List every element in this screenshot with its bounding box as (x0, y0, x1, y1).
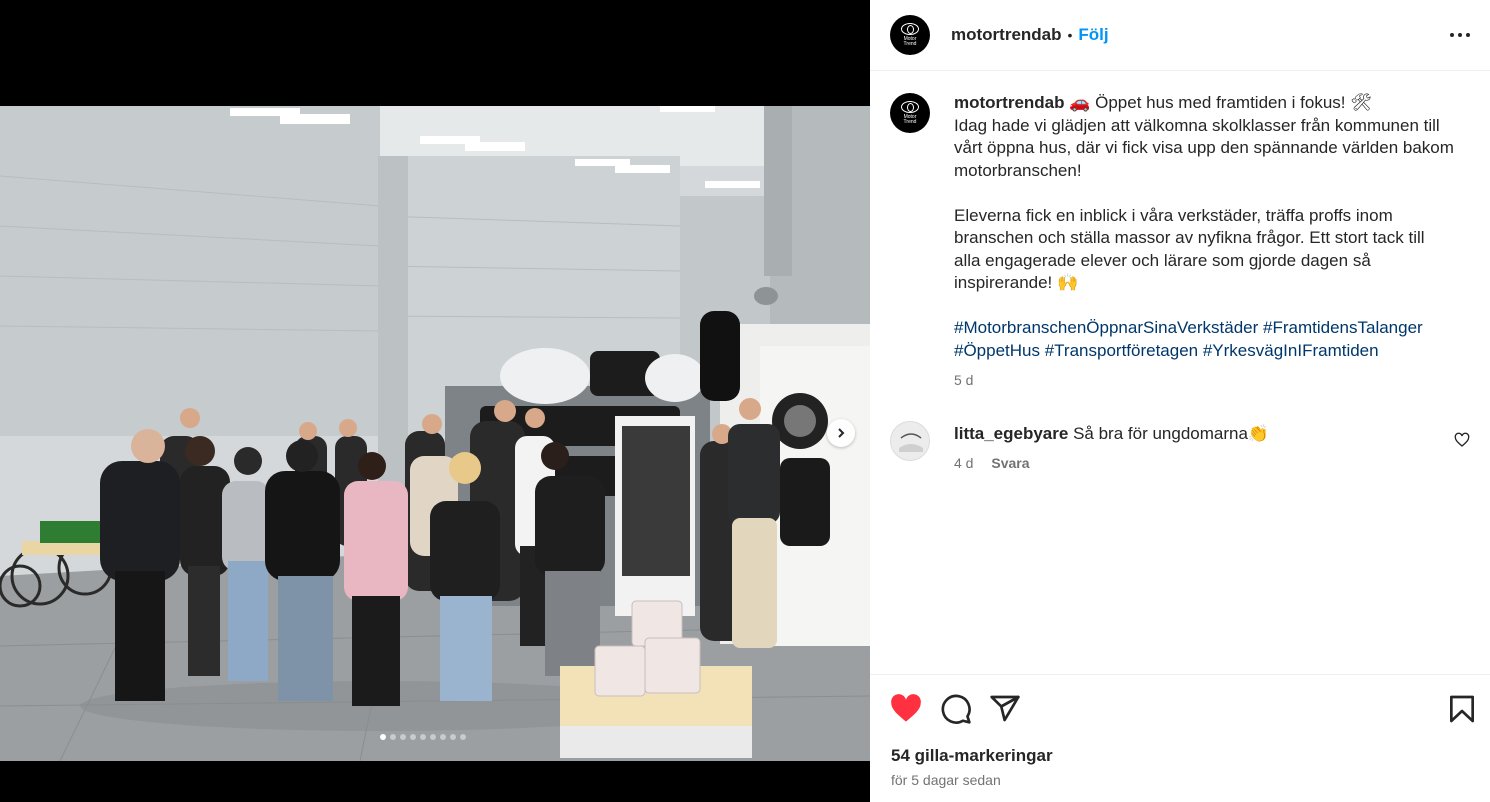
chevron-right-icon (838, 428, 845, 438)
post-comments-area: Motor Trend motortrendab 🚗 Öppet hus med… (870, 72, 1490, 674)
comment-heart-icon[interactable] (1454, 432, 1470, 448)
caption-timestamp: 5 d (954, 372, 974, 388)
brand-logo-icon (901, 101, 919, 113)
commenter-avatar-image (891, 422, 929, 460)
next-image-button[interactable] (827, 419, 855, 447)
caption-headline: 🚗 Öppet hus med framtiden i fokus! 🛠 (1069, 93, 1372, 112)
carousel-dot (430, 734, 436, 740)
follow-button[interactable]: Följ (1078, 25, 1108, 45)
comment-body: Så bra för ungdomarna👏 (1073, 424, 1270, 443)
caption-paragraph-2: Eleverna fick en inblick i våra verkstäd… (954, 205, 1425, 293)
brand-logo-icon (901, 23, 919, 35)
header-separator: • (1067, 27, 1073, 43)
carousel-dot (460, 734, 466, 740)
carousel-indicator (380, 734, 466, 740)
avatar-text: Motor Trend (903, 114, 917, 125)
photo-illustration (0, 106, 870, 761)
carousel-dot (380, 734, 386, 740)
post-photo[interactable] (0, 106, 870, 761)
carousel-dot (420, 734, 426, 740)
carousel-dot (400, 734, 406, 740)
carousel-dot (390, 734, 396, 740)
author-avatar[interactable]: Motor Trend (890, 15, 930, 55)
caption-username[interactable]: motortrendab (954, 93, 1065, 112)
likes-count[interactable]: 54 gilla-markeringar (891, 746, 1053, 766)
caption-author-avatar[interactable]: Motor Trend (890, 93, 930, 133)
reply-button[interactable]: Svara (991, 455, 1029, 471)
caption-paragraph-1: Idag hade vi glädjen att välkomna skolkl… (954, 115, 1454, 180)
commenter-username[interactable]: litta_egebyare (954, 424, 1068, 443)
comment-text: litta_egebyare Så bra för ungdomarna👏 (954, 423, 1269, 445)
caption-text: motortrendab 🚗 Öppet hus med framtiden i… (954, 92, 1454, 362)
comment-meta: 4 d Svara (954, 455, 1030, 471)
post-header: Motor Trend motortrendab • Följ (870, 0, 1490, 71)
carousel-dot (440, 734, 446, 740)
bookmark-icon[interactable] (1446, 693, 1478, 725)
commenter-avatar[interactable] (890, 421, 930, 461)
author-username[interactable]: motortrendab (951, 25, 1062, 45)
carousel-dot (450, 734, 456, 740)
post-actions: 54 gilla-markeringar för 5 dagar sedan (870, 674, 1490, 802)
post-media-panel (0, 0, 870, 802)
post-date: för 5 dagar sedan (891, 772, 1001, 788)
carousel-dot (410, 734, 416, 740)
action-icons (890, 693, 1474, 725)
comment-bubble-icon[interactable] (940, 693, 972, 725)
heart-filled-icon[interactable] (890, 693, 922, 725)
post-side-panel: Motor Trend motortrendab • Följ Motor Tr… (870, 0, 1490, 802)
caption-hashtags[interactable]: #MotorbranschenÖppnarSinaVerkstäder #Fra… (954, 318, 1423, 360)
comment-item: litta_egebyare Så bra för ungdomarna👏 4 … (890, 421, 1470, 481)
paper-plane-icon[interactable] (989, 693, 1021, 725)
comment-timestamp: 4 d (954, 455, 974, 471)
avatar-text: Motor Trend (903, 36, 917, 47)
more-options-icon[interactable] (1450, 26, 1470, 44)
